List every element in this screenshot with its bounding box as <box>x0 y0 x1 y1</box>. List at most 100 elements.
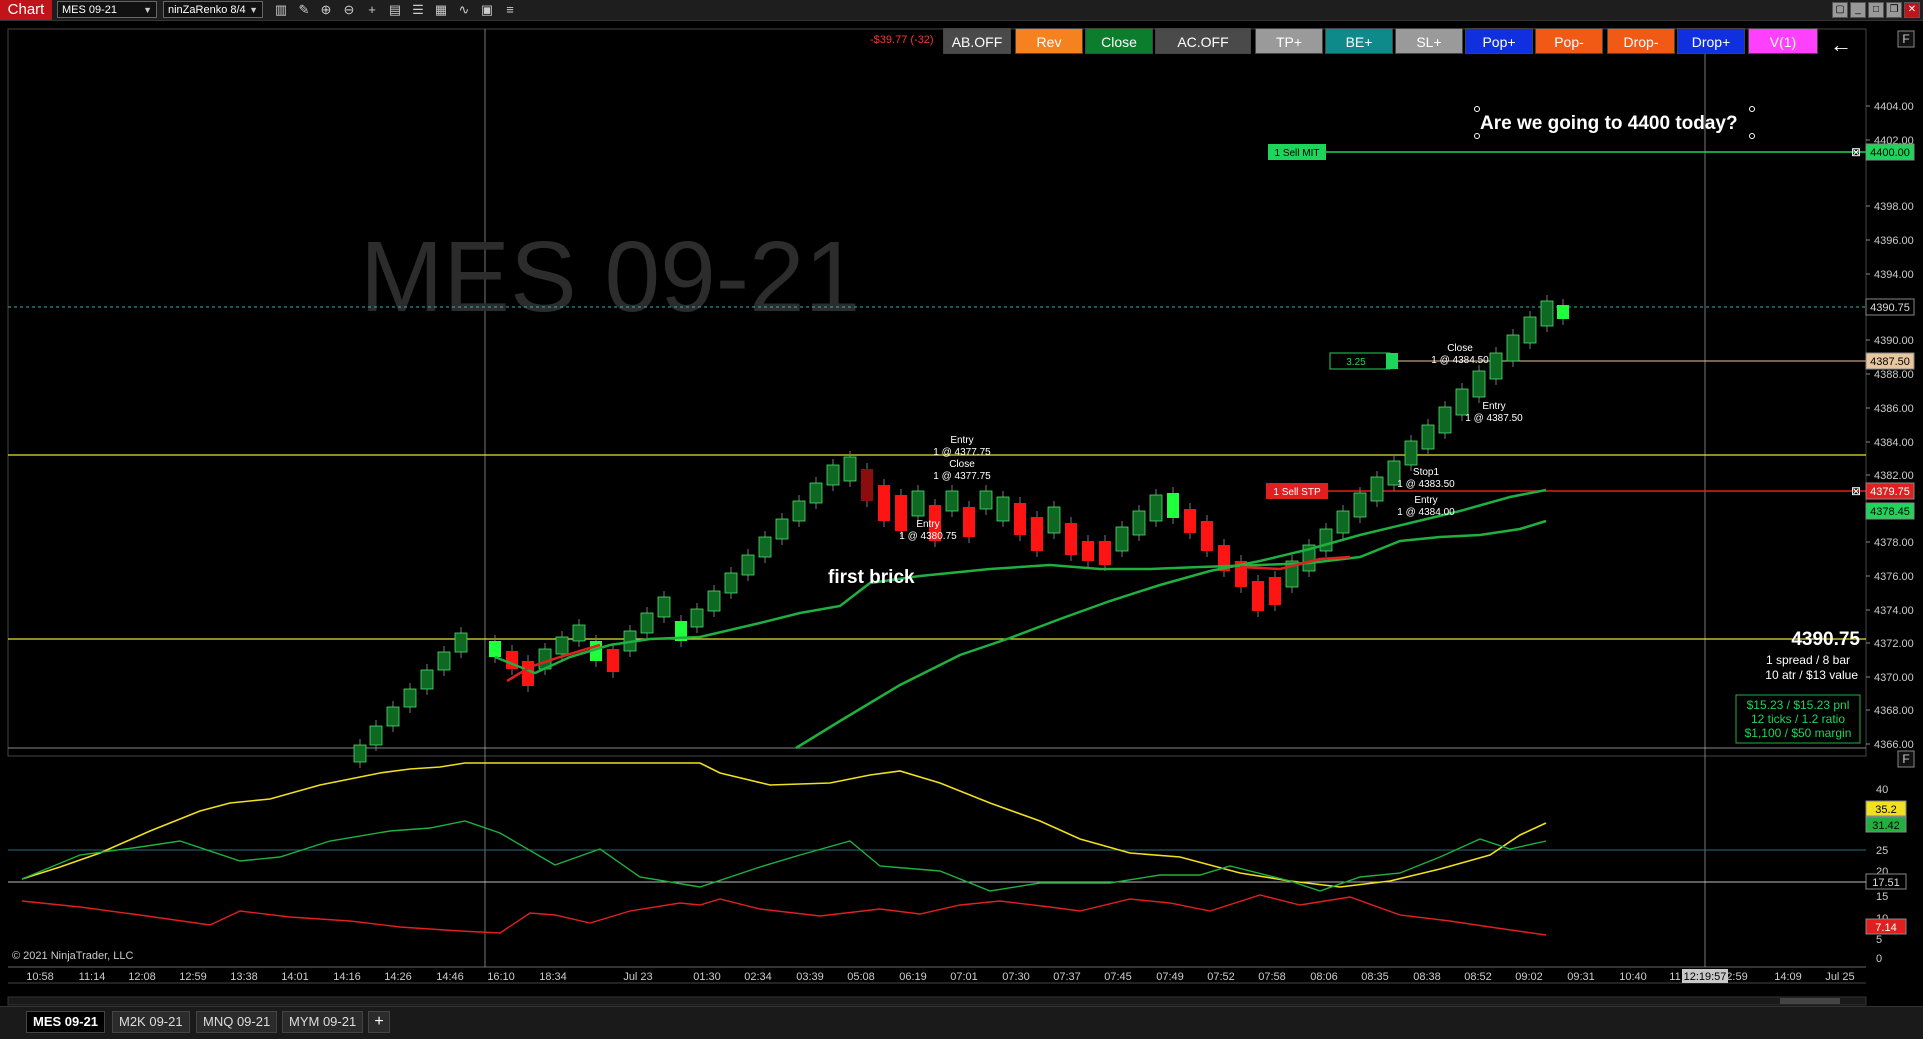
execution-label: Stop1 <box>1413 467 1440 478</box>
close-icon[interactable]: ✕ <box>1904 2 1920 18</box>
be-button[interactable]: BE+ <box>1325 28 1393 54</box>
data-series-icon[interactable]: ▦ <box>433 2 449 18</box>
renko-brick <box>775 518 789 540</box>
pop-button[interactable]: Pop- <box>1535 28 1603 54</box>
price-chart[interactable]: MES 09-21 1 Sell MIT ⊠ 1 Sell STP ⊠ 3.25… <box>0 21 1923 1006</box>
back-arrow-icon[interactable]: ← <box>1830 32 1852 58</box>
price-tick-label: 4390.00 <box>1874 335 1914 347</box>
time-tick-label: Jul 25 <box>1825 971 1854 983</box>
indicators-icon[interactable]: ∿ <box>456 2 472 18</box>
renko-brick <box>657 596 671 618</box>
v-1-button[interactable]: V(1) <box>1748 28 1818 54</box>
ac-off-button[interactable]: AC.OFF <box>1155 28 1251 54</box>
instrument-select[interactable]: MES 09-21 ▼ <box>57 1 157 18</box>
tab-mes[interactable]: MES 09-21 <box>26 1011 106 1033</box>
indicator-marker-label: 17.51 <box>1872 877 1900 889</box>
renko-brick <box>1489 352 1503 380</box>
horizontal-scrollbar[interactable] <box>7 996 1867 1006</box>
indicator-marker-label: 31.42 <box>1872 820 1900 832</box>
rev-button[interactable]: Rev <box>1015 28 1083 54</box>
drop-button[interactable]: Drop+ <box>1677 28 1745 54</box>
renko-brick <box>1099 541 1111 565</box>
price-marker-label: 4379.75 <box>1870 486 1910 498</box>
renko-brick <box>1047 506 1061 534</box>
maximize-icon[interactable]: □ <box>1868 2 1884 18</box>
renko-brick <box>420 669 434 690</box>
price-marker-label: 4400.00 <box>1870 147 1910 159</box>
drop-button[interactable]: Drop- <box>1607 28 1675 54</box>
indicator-marker-label: 7.14 <box>1875 922 1896 934</box>
scrollbar-thumb[interactable] <box>1780 998 1840 1004</box>
bar-style-icon[interactable]: ▥ <box>273 2 289 18</box>
renko-brick <box>607 649 619 672</box>
snap-icon[interactable]: ▢ <box>1832 2 1848 18</box>
renko-brick <box>1132 510 1146 536</box>
time-tick-label: 06:19 <box>899 971 927 983</box>
tp-button[interactable]: TP+ <box>1255 28 1323 54</box>
pnl-line-3: $1,100 / $50 margin <box>1745 726 1852 740</box>
time-tick-label: 18:34 <box>539 971 567 983</box>
strategies-icon[interactable]: ▣ <box>479 2 495 18</box>
spread-info: 1 spread / 8 bar <box>1766 653 1850 667</box>
panel-f-label: F <box>1902 32 1909 46</box>
instrument-select-value: MES 09-21 <box>62 4 118 16</box>
position-qty: 3.25 <box>1346 357 1366 368</box>
menu-list-icon[interactable]: ≡ <box>502 2 518 18</box>
sell-stp-order[interactable]: 1 Sell STP <box>1266 483 1328 499</box>
cancel-order-icon[interactable]: ⊠ <box>1851 484 1861 498</box>
renko-brick <box>369 725 383 746</box>
close-button[interactable]: Close <box>1085 28 1153 54</box>
minimize-icon[interactable]: _ <box>1850 2 1866 18</box>
execution-label: Entry <box>950 435 973 446</box>
execution-price: 1 @ 4384.50 <box>1431 355 1489 366</box>
time-tick-label: 07:01 <box>950 971 978 983</box>
price-tick-label: 4396.00 <box>1874 235 1914 247</box>
unrealized-pnl: -$39.77 (-32) <box>870 34 934 46</box>
time-tick-label: 12:59 <box>179 971 207 983</box>
time-tick-label: 11 <box>1669 971 1680 983</box>
zoom-in-icon[interactable]: ⊕ <box>318 2 334 18</box>
bar-type-select[interactable]: ninZaRenko 8/4 ▼ <box>163 1 263 18</box>
renko-brick <box>1438 406 1452 434</box>
zoom-out-icon[interactable]: ⊖ <box>341 2 357 18</box>
execution-price: 1 @ 4384.00 <box>1397 507 1455 518</box>
time-tick-label: 07:49 <box>1156 971 1184 983</box>
time-tick-label: 07:52 <box>1207 971 1235 983</box>
renko-brick <box>555 636 569 655</box>
restore-icon[interactable]: ❐ <box>1886 2 1902 18</box>
crosshair-icon[interactable]: + <box>364 2 380 18</box>
price-tick-label: 4398.00 <box>1874 201 1914 213</box>
time-tick-label: 10:58 <box>26 971 54 983</box>
time-tick-label: 08:52 <box>1464 971 1492 983</box>
execution-price: 1 @ 4377.75 <box>933 447 991 458</box>
indicator-tick-label: 15 <box>1876 891 1888 903</box>
add-tab-button[interactable]: + <box>368 1011 390 1033</box>
tab-m2k[interactable]: M2K 09-21 <box>112 1011 190 1033</box>
renko-brick <box>1319 528 1333 552</box>
pop-button[interactable]: Pop+ <box>1465 28 1533 54</box>
tab-mym[interactable]: MYM 09-21 <box>282 1011 364 1033</box>
time-tick-label: 14:01 <box>281 971 309 983</box>
app-title: Chart <box>0 0 52 20</box>
drawing-tool-icon[interactable]: ✎ <box>296 2 312 18</box>
renko-brick <box>707 590 721 612</box>
tab-mnq[interactable]: MNQ 09-21 <box>196 1011 278 1033</box>
renko-brick <box>1014 503 1026 535</box>
renko-brick <box>1167 493 1179 518</box>
renko-brick <box>1557 305 1569 319</box>
position-box[interactable]: 3.25 <box>1329 352 1398 370</box>
renko-brick <box>979 490 993 510</box>
sl-button[interactable]: SL+ <box>1395 28 1463 54</box>
execution-label: Close <box>949 459 975 470</box>
properties-icon[interactable]: ▤ <box>387 2 403 18</box>
sell-mit-order[interactable]: 1 Sell MIT <box>1268 144 1326 160</box>
cancel-order-icon[interactable]: ⊠ <box>1851 145 1861 159</box>
renko-brick <box>1404 440 1418 466</box>
renko-brick <box>1540 300 1554 327</box>
ab-off-button[interactable]: AB.OFF <box>943 28 1011 54</box>
time-tick-label: 02:34 <box>744 971 772 983</box>
price-tick-label: 4382.00 <box>1874 470 1914 482</box>
renko-brick <box>1149 494 1163 522</box>
execution-price: 1 @ 4383.50 <box>1397 479 1455 490</box>
templates-icon[interactable]: ☰ <box>410 2 426 18</box>
